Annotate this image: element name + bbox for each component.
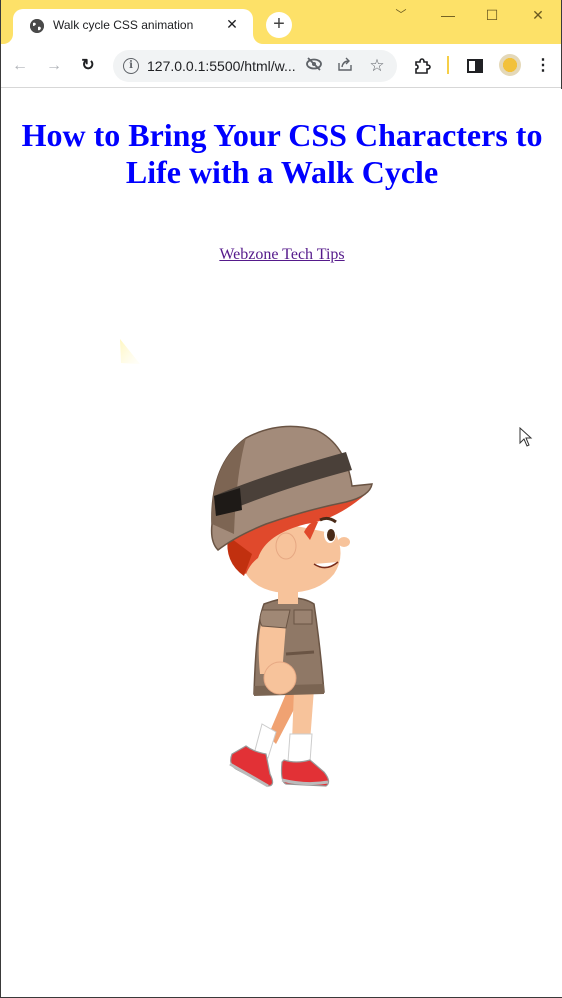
browser-window: Walk cycle CSS animation ✕ + ﹀ — ☐ ✕ ← →…: [0, 0, 562, 998]
glow-sparkle: [120, 339, 140, 364]
close-icon[interactable]: ✕: [223, 15, 241, 33]
info-icon[interactable]: i: [123, 58, 139, 74]
close-window-icon[interactable]: ✕: [523, 4, 553, 26]
star-icon[interactable]: ☆: [367, 56, 387, 76]
mouse-cursor-icon: [519, 427, 533, 447]
arrow-right-icon[interactable]: →: [40, 52, 68, 80]
tab-title: Walk cycle CSS animation: [53, 18, 194, 32]
puzzle-icon[interactable]: [408, 52, 436, 80]
kebab-menu-icon[interactable]: ⋮: [529, 52, 557, 80]
page-title: How to Bring Your CSS Characters to Life…: [2, 117, 562, 191]
page-content: How to Bring Your CSS Characters to Life…: [2, 89, 562, 997]
toolbar-divider: [447, 56, 449, 74]
tab-strip: Walk cycle CSS animation ✕ + ﹀ — ☐ ✕: [1, 0, 561, 44]
webzone-tech-tips-link[interactable]: Webzone Tech Tips: [2, 246, 562, 264]
side-panel-icon[interactable]: [461, 52, 489, 80]
plus-icon[interactable]: +: [266, 12, 292, 38]
reload-icon[interactable]: ↻: [74, 52, 102, 80]
profile-avatar[interactable]: [499, 54, 521, 76]
arrow-left-icon[interactable]: ←: [6, 52, 34, 80]
eye-off-icon[interactable]: [304, 56, 324, 76]
url-text[interactable]: 127.0.0.1:5500/html/w...: [147, 58, 296, 74]
address-bar[interactable]: i 127.0.0.1:5500/html/w... ☆: [113, 50, 397, 82]
tab-active[interactable]: Walk cycle CSS animation ✕: [13, 9, 253, 44]
share-icon[interactable]: [335, 56, 355, 76]
page-title-line-2: Life with a Walk Cycle: [125, 154, 439, 190]
walking-character: [210, 425, 373, 788]
maximize-icon[interactable]: ☐: [477, 4, 507, 26]
minimize-icon[interactable]: —: [433, 4, 463, 26]
browser-toolbar: ← → ↻ i 127.0.0.1:5500/html/w... ☆ ⋮: [1, 44, 561, 88]
globe-icon: [30, 19, 44, 33]
page-title-line-1: How to Bring Your CSS Characters to: [21, 117, 543, 153]
chevron-down-icon[interactable]: ﹀: [386, 4, 416, 26]
